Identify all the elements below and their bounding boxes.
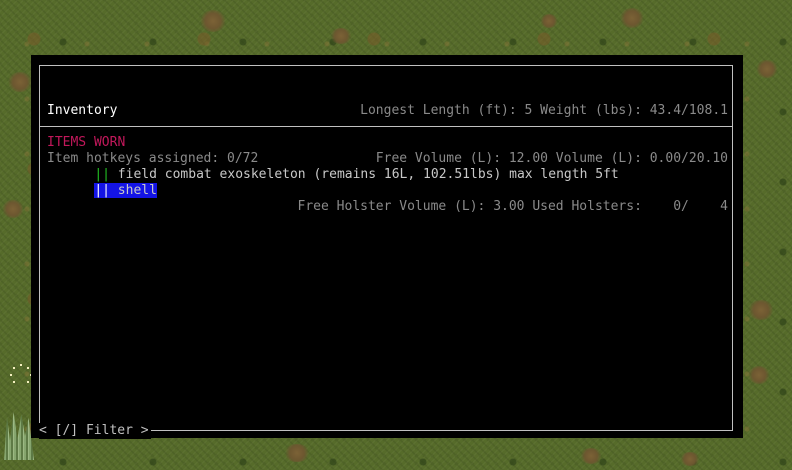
terrain-dirt-patch	[620, 8, 644, 28]
inventory-title: Inventory	[47, 103, 118, 118]
terrain-dirt-patch	[756, 60, 778, 78]
terrain-dirt-patch	[8, 72, 32, 92]
item-name: field combat exoskeleton (remains 16L, 1…	[117, 167, 619, 182]
terrain-dirt-patch	[540, 14, 558, 28]
worn-item-mark: ||	[94, 183, 110, 198]
section-header-items-worn: ITEMS WORN	[47, 135, 126, 150]
list-item-worn[interactable]: || field combat exoskeleton (remains 16L…	[63, 151, 618, 182]
terrain-dirt-patch	[580, 448, 602, 464]
terrain-dirt-patch	[2, 200, 24, 218]
terrain-dirt-patch	[200, 10, 226, 32]
terrain-dirt-patch	[748, 366, 770, 384]
terrain-dirt-patch	[748, 300, 774, 320]
inventory-window: Inventory Item hotkeys assigned: 0/72 Lo…	[31, 55, 743, 439]
terrain-dirt-patch	[330, 28, 352, 44]
terrain-dirt-patch	[284, 444, 310, 462]
terrain-dirt-patch	[680, 452, 700, 466]
filter-prompt[interactable]: < [/] Filter >	[39, 423, 151, 439]
item-name: shell	[117, 183, 157, 198]
grass-tuft-terrain	[4, 412, 34, 460]
list-item-worn-selected[interactable]: || shell	[63, 167, 157, 198]
holster-stats: Free Holster Volume (L): 3.00 Used Holst…	[297, 199, 728, 214]
length-weight-stats: Longest Length (ft): 5 Weight (lbs): 43.…	[360, 103, 728, 118]
